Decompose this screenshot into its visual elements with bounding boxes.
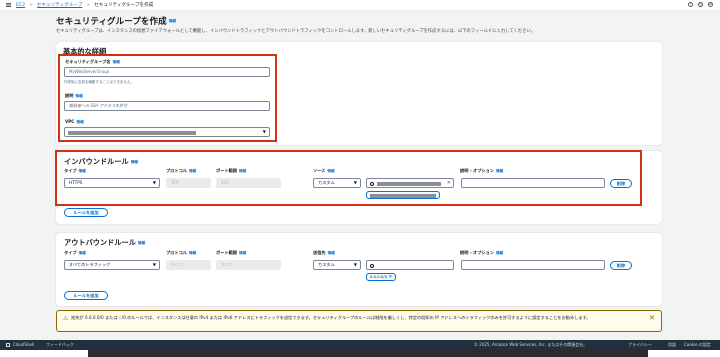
page-title-text: セキュリティグループを作成 [56,17,167,27]
outbound-desc-header: 説明 - オプション 情報 [460,250,503,256]
menu-icon[interactable] [6,3,11,7]
cloudshell-link[interactable]: CloudShell [13,340,34,350]
breadcrumb-security-groups[interactable]: セキュリティグループ [37,2,82,8]
outbound-protocol-input: すべて [166,260,211,270]
outbound-protocol-header: プロトコル 情報 [166,250,196,256]
cookie-link[interactable]: Cookie の設定 [684,340,711,350]
outbound-type-value: すべてのトラフィック [69,262,111,267]
outbound-port-header-text: ポート範囲 [216,250,237,255]
breadcrumb-current: セキュリティグループを作成 [94,3,154,8]
page-description: セキュリティグループは、インスタンスの仮想ファイアウォールとして機能し、インバウ… [56,29,535,34]
inbound-add-rule-button[interactable]: ルールを追加 [64,208,108,217]
privacy-link[interactable]: プライバシー [628,340,652,350]
clock-icon[interactable]: ◷ [698,2,703,7]
terms-link[interactable]: 用語 [668,340,676,350]
breadcrumb-separator: > [86,2,91,8]
outbound-type-info[interactable]: 情報 [79,251,86,255]
warning-text: 宛先が 0.0.0.0/0 または ::/0 のルールでは、インスタンスは任意の… [71,315,591,320]
chevron-down-icon: ▼ [152,262,156,267]
outbound-dest-search[interactable] [366,260,454,270]
page-title: セキュリティグループを作成 情報 [56,15,176,27]
outbound-port-input: すべて [216,260,281,270]
outbound-add-rule-button[interactable]: ルールを追加 [64,291,108,300]
copyright-text: © 2025, Amazon Web Services, Inc. またはその関… [474,342,588,347]
outbound-dest-header-text: 送信先 [313,250,326,255]
outbound-dest-select[interactable]: カスタム ▼ [313,260,361,270]
outbound-protocol-header-text: プロトコル [166,250,187,255]
outbound-info-link[interactable]: 情報 [138,241,145,245]
chevron-down-icon: ▼ [353,262,357,267]
outbound-dest-value: カスタム [318,262,335,267]
close-icon[interactable]: ✕ [649,314,655,322]
outbound-dest-header: 送信先 情報 [313,250,335,256]
info-icon[interactable]: i [688,2,693,7]
outbound-type-header: タイプ 情報 [64,250,86,256]
search-icon [370,263,374,268]
outbound-desc-header-text: 説明 - オプション [460,250,494,255]
bottom-dark-bar [88,350,648,357]
outbound-rules-panel: アウトバウンドルール 情報 タイプ 情報 プロトコル 情報 ポート範囲 情報 送信先 情報… [56,233,662,306]
cloudshell-icon[interactable] [6,343,10,347]
outbound-delete-button[interactable]: 削除 [610,260,632,270]
outbound-desc-info[interactable]: 情報 [496,251,503,255]
outbound-port-info[interactable]: 情報 [239,251,246,255]
outbound-protocol-info[interactable]: 情報 [189,251,196,255]
breadcrumb-separator: > [29,2,33,8]
highlight-inbound-rules [55,150,642,206]
outbound-heading-text: アウトバウンドルール [64,238,136,247]
outbound-port-header: ポート範囲 情報 [216,250,246,256]
footer: CloudShell フィードバック © 2025, Amazon Web Se… [0,340,720,350]
remove-token-icon[interactable]: ✕ [388,274,392,280]
outbound-type-select[interactable]: すべてのトラフィック ▼ [64,260,160,270]
highlight-basic-details [58,54,277,142]
breadcrumb-ec2[interactable]: EC2 [16,3,25,8]
outbound-dest-info[interactable]: 情報 [328,251,335,255]
outbound-type-header-text: タイプ [64,250,77,255]
feedback-link[interactable]: フィードバック [46,340,74,350]
outbound-heading: アウトバウンドルール 情報 [64,238,145,248]
warning-icon: ⚠ [63,315,69,322]
title-info-link[interactable]: 情報 [169,19,176,23]
outbound-token-text: 0.0.0.0/0 [370,274,387,279]
warning-alert: ⚠ 宛先が 0.0.0.0/0 または ::/0 のルールでは、インスタンスは任… [56,310,662,332]
settings-icon[interactable]: ⚙ [708,2,713,7]
outbound-description-input[interactable] [461,260,605,270]
top-bar: EC2 > セキュリティグループ > セキュリティグループを作成 i ◷ ⚙ [0,0,720,11]
outbound-dest-token[interactable]: 0.0.0.0/0 ✕ [366,273,397,281]
